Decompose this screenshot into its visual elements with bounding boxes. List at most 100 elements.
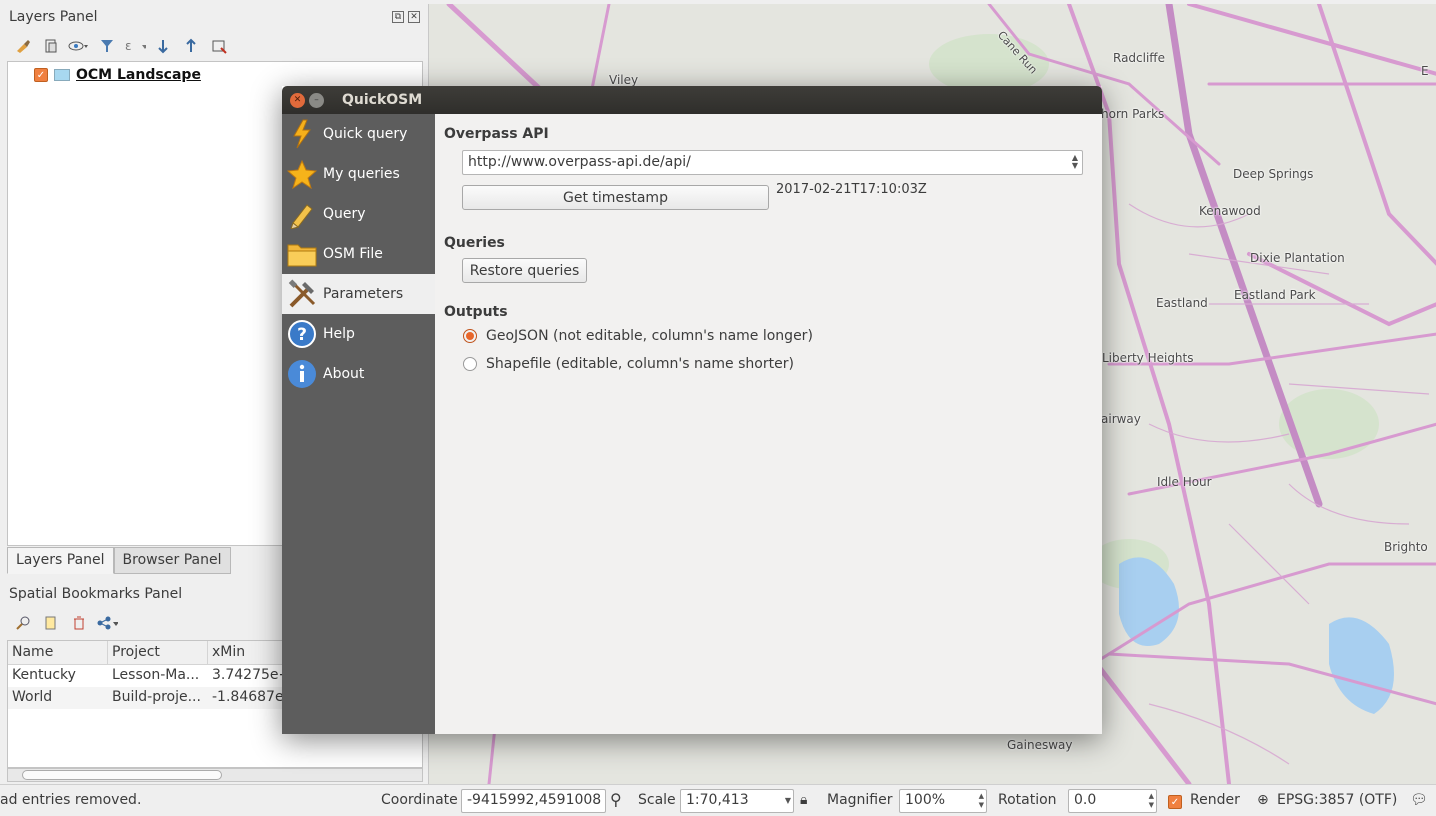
minimize-window-icon[interactable]: – <box>309 92 324 108</box>
render-label: Render <box>1190 792 1240 808</box>
layer-item-ocm-landscape[interactable]: ✓ OCM Landscape <box>34 67 201 83</box>
tab-layers-panel[interactable]: Layers Panel <box>7 547 114 574</box>
star-icon <box>287 159 317 189</box>
collapse-all-icon[interactable] <box>180 36 202 56</box>
sidebar-item-about[interactable]: About <box>282 354 435 394</box>
share-bookmarks-icon[interactable] <box>96 613 118 633</box>
geojson-radio[interactable] <box>463 329 477 343</box>
output-geojson-option[interactable]: GeoJSON (not editable, column's name lon… <box>463 328 813 344</box>
map-label-deep-springs: Deep Springs <box>1233 167 1314 181</box>
geojson-label: GeoJSON (not editable, column's name lon… <box>486 328 813 344</box>
magnifier-field[interactable]: 100% ▲ ▼ <box>899 789 987 813</box>
combo-arrows-icon: ▲ ▼ <box>1071 153 1078 170</box>
scale-dropdown-icon[interactable]: ▼ <box>785 796 791 805</box>
cell-project: Lesson-Ma... <box>112 667 200 683</box>
crs-globe-icon[interactable]: ⊕ <box>1257 792 1269 808</box>
remove-layer-icon[interactable] <box>208 36 230 56</box>
magnifier-spin-icon[interactable]: ▲ ▼ <box>979 792 984 810</box>
map-label-fairway: airway <box>1101 412 1141 426</box>
map-label-kenawood: Kenawood <box>1199 204 1261 218</box>
parameters-content: Overpass API http://www.overpass-api.de/… <box>435 114 1102 734</box>
lock-scale-icon[interactable]: 🔒︎ <box>800 792 807 808</box>
cell-project: Build-proje... <box>112 689 201 705</box>
status-message: ad entries removed. <box>0 792 142 808</box>
coordinate-field[interactable]: -9415992,4591008 <box>461 789 606 813</box>
map-label-edge: E <box>1421 64 1429 78</box>
column-header-name[interactable]: Name <box>8 641 108 664</box>
delete-bookmark-icon[interactable] <box>68 613 90 633</box>
close-window-icon[interactable]: ✕ <box>290 92 305 108</box>
rotation-spin-icon[interactable]: ▲ ▼ <box>1149 792 1154 810</box>
render-checkbox[interactable]: ✓ <box>1168 793 1182 809</box>
float-panel-icon[interactable]: ⧉ <box>392 11 404 23</box>
sidebar-item-label: About <box>323 366 365 382</box>
sidebar-item-query[interactable]: Query <box>282 194 435 234</box>
map-label-idle-hour: Idle Hour <box>1157 475 1212 489</box>
crs-button[interactable]: EPSG:3857 (OTF) <box>1277 792 1397 808</box>
tools-icon <box>287 279 317 309</box>
overpass-url-select[interactable]: http://www.overpass-api.de/api/ ▲ ▼ <box>462 150 1083 175</box>
new-bookmark-icon[interactable] <box>40 613 62 633</box>
messages-icon[interactable]: 💬︎ <box>1410 792 1428 808</box>
toggle-extents-icon[interactable]: ⚲ <box>610 790 622 809</box>
magnifier-label: Magnifier <box>827 792 893 808</box>
dialog-body: Quick query My queries Query OSM File Pa… <box>282 114 1102 734</box>
sidebar-item-quick-query[interactable]: Quick query <box>282 114 435 154</box>
bookmarks-panel-title: Spatial Bookmarks Panel <box>9 586 183 602</box>
scale-field[interactable]: 1:70,413 ▼ <box>680 789 794 813</box>
layers-panel-controls: ⧉ ✕ <box>392 11 420 23</box>
scrollbar-thumb[interactable] <box>22 770 222 780</box>
dialog-titlebar[interactable]: ✕ – QuickOSM <box>282 86 1102 114</box>
sidebar-item-label: OSM File <box>323 246 383 262</box>
filter-icon[interactable] <box>96 36 118 56</box>
expression-filter-icon[interactable]: ε <box>124 36 146 56</box>
output-shapefile-option[interactable]: Shapefile (editable, column's name short… <box>463 356 794 372</box>
lightning-icon <box>287 119 317 149</box>
close-panel-icon[interactable]: ✕ <box>408 11 420 23</box>
map-label-gainesway: Gainesway <box>1007 738 1073 752</box>
sidebar-item-osm-file[interactable]: OSM File <box>282 234 435 274</box>
queries-heading: Queries <box>444 235 505 251</box>
shapefile-radio[interactable] <box>463 357 477 371</box>
scale-label: Scale <box>638 792 676 808</box>
sidebar-item-label: Query <box>323 206 366 222</box>
sidebar-item-parameters[interactable]: Parameters <box>282 274 435 314</box>
map-label-dixie-plantation: Dixie Plantation <box>1250 251 1345 265</box>
layers-panel-title: Layers Panel <box>9 9 98 25</box>
sidebar-item-label: Parameters <box>323 286 404 302</box>
sidebar-item-label: My queries <box>323 166 400 182</box>
bookmarks-horizontal-scrollbar[interactable] <box>7 768 423 782</box>
sidebar-item-help[interactable]: ? Help <box>282 314 435 354</box>
get-timestamp-button[interactable]: Get timestamp <box>462 185 769 210</box>
map-label-liberty-heights: Liberty Heights <box>1102 351 1194 365</box>
map-label-viley: Viley <box>609 73 639 87</box>
shapefile-label: Shapefile (editable, column's name short… <box>486 356 794 372</box>
expand-all-icon[interactable] <box>152 36 174 56</box>
pencil-icon <box>287 199 317 229</box>
overpass-url-value: http://www.overpass-api.de/api/ <box>468 154 691 170</box>
zoom-to-bookmark-icon[interactable] <box>12 613 34 633</box>
help-icon: ? <box>287 319 317 349</box>
visibility-eye-icon[interactable] <box>68 36 90 56</box>
dialog-sidebar: Quick query My queries Query OSM File Pa… <box>282 114 435 734</box>
status-bar: ad entries removed. Coordinate -9415992,… <box>0 784 1436 816</box>
sidebar-item-my-queries[interactable]: My queries <box>282 154 435 194</box>
style-brush-icon[interactable] <box>12 36 34 56</box>
map-label-brighton: Brighto <box>1384 540 1428 554</box>
layer-visibility-checkbox[interactable]: ✓ <box>34 68 48 82</box>
outputs-heading: Outputs <box>444 304 508 320</box>
quickosm-dialog: ✕ – QuickOSM Quick query My queries Quer… <box>282 86 1102 734</box>
add-group-icon[interactable] <box>40 36 62 56</box>
column-header-project[interactable]: Project <box>108 641 208 664</box>
layer-name: OCM Landscape <box>76 67 201 83</box>
svg-text:?: ? <box>297 325 307 345</box>
svg-text:ε: ε <box>125 39 132 53</box>
rotation-field[interactable]: 0.0 ▲ ▼ <box>1068 789 1157 813</box>
cell-name: Kentucky <box>12 667 76 683</box>
tab-browser-panel[interactable]: Browser Panel <box>113 547 231 574</box>
timestamp-value: 2017-02-21T17:10:03Z <box>776 182 927 197</box>
dialog-title: QuickOSM <box>342 92 423 108</box>
info-icon <box>287 359 317 389</box>
map-label-eastland-park: Eastland Park <box>1234 288 1316 302</box>
restore-queries-button[interactable]: Restore queries <box>462 258 587 283</box>
